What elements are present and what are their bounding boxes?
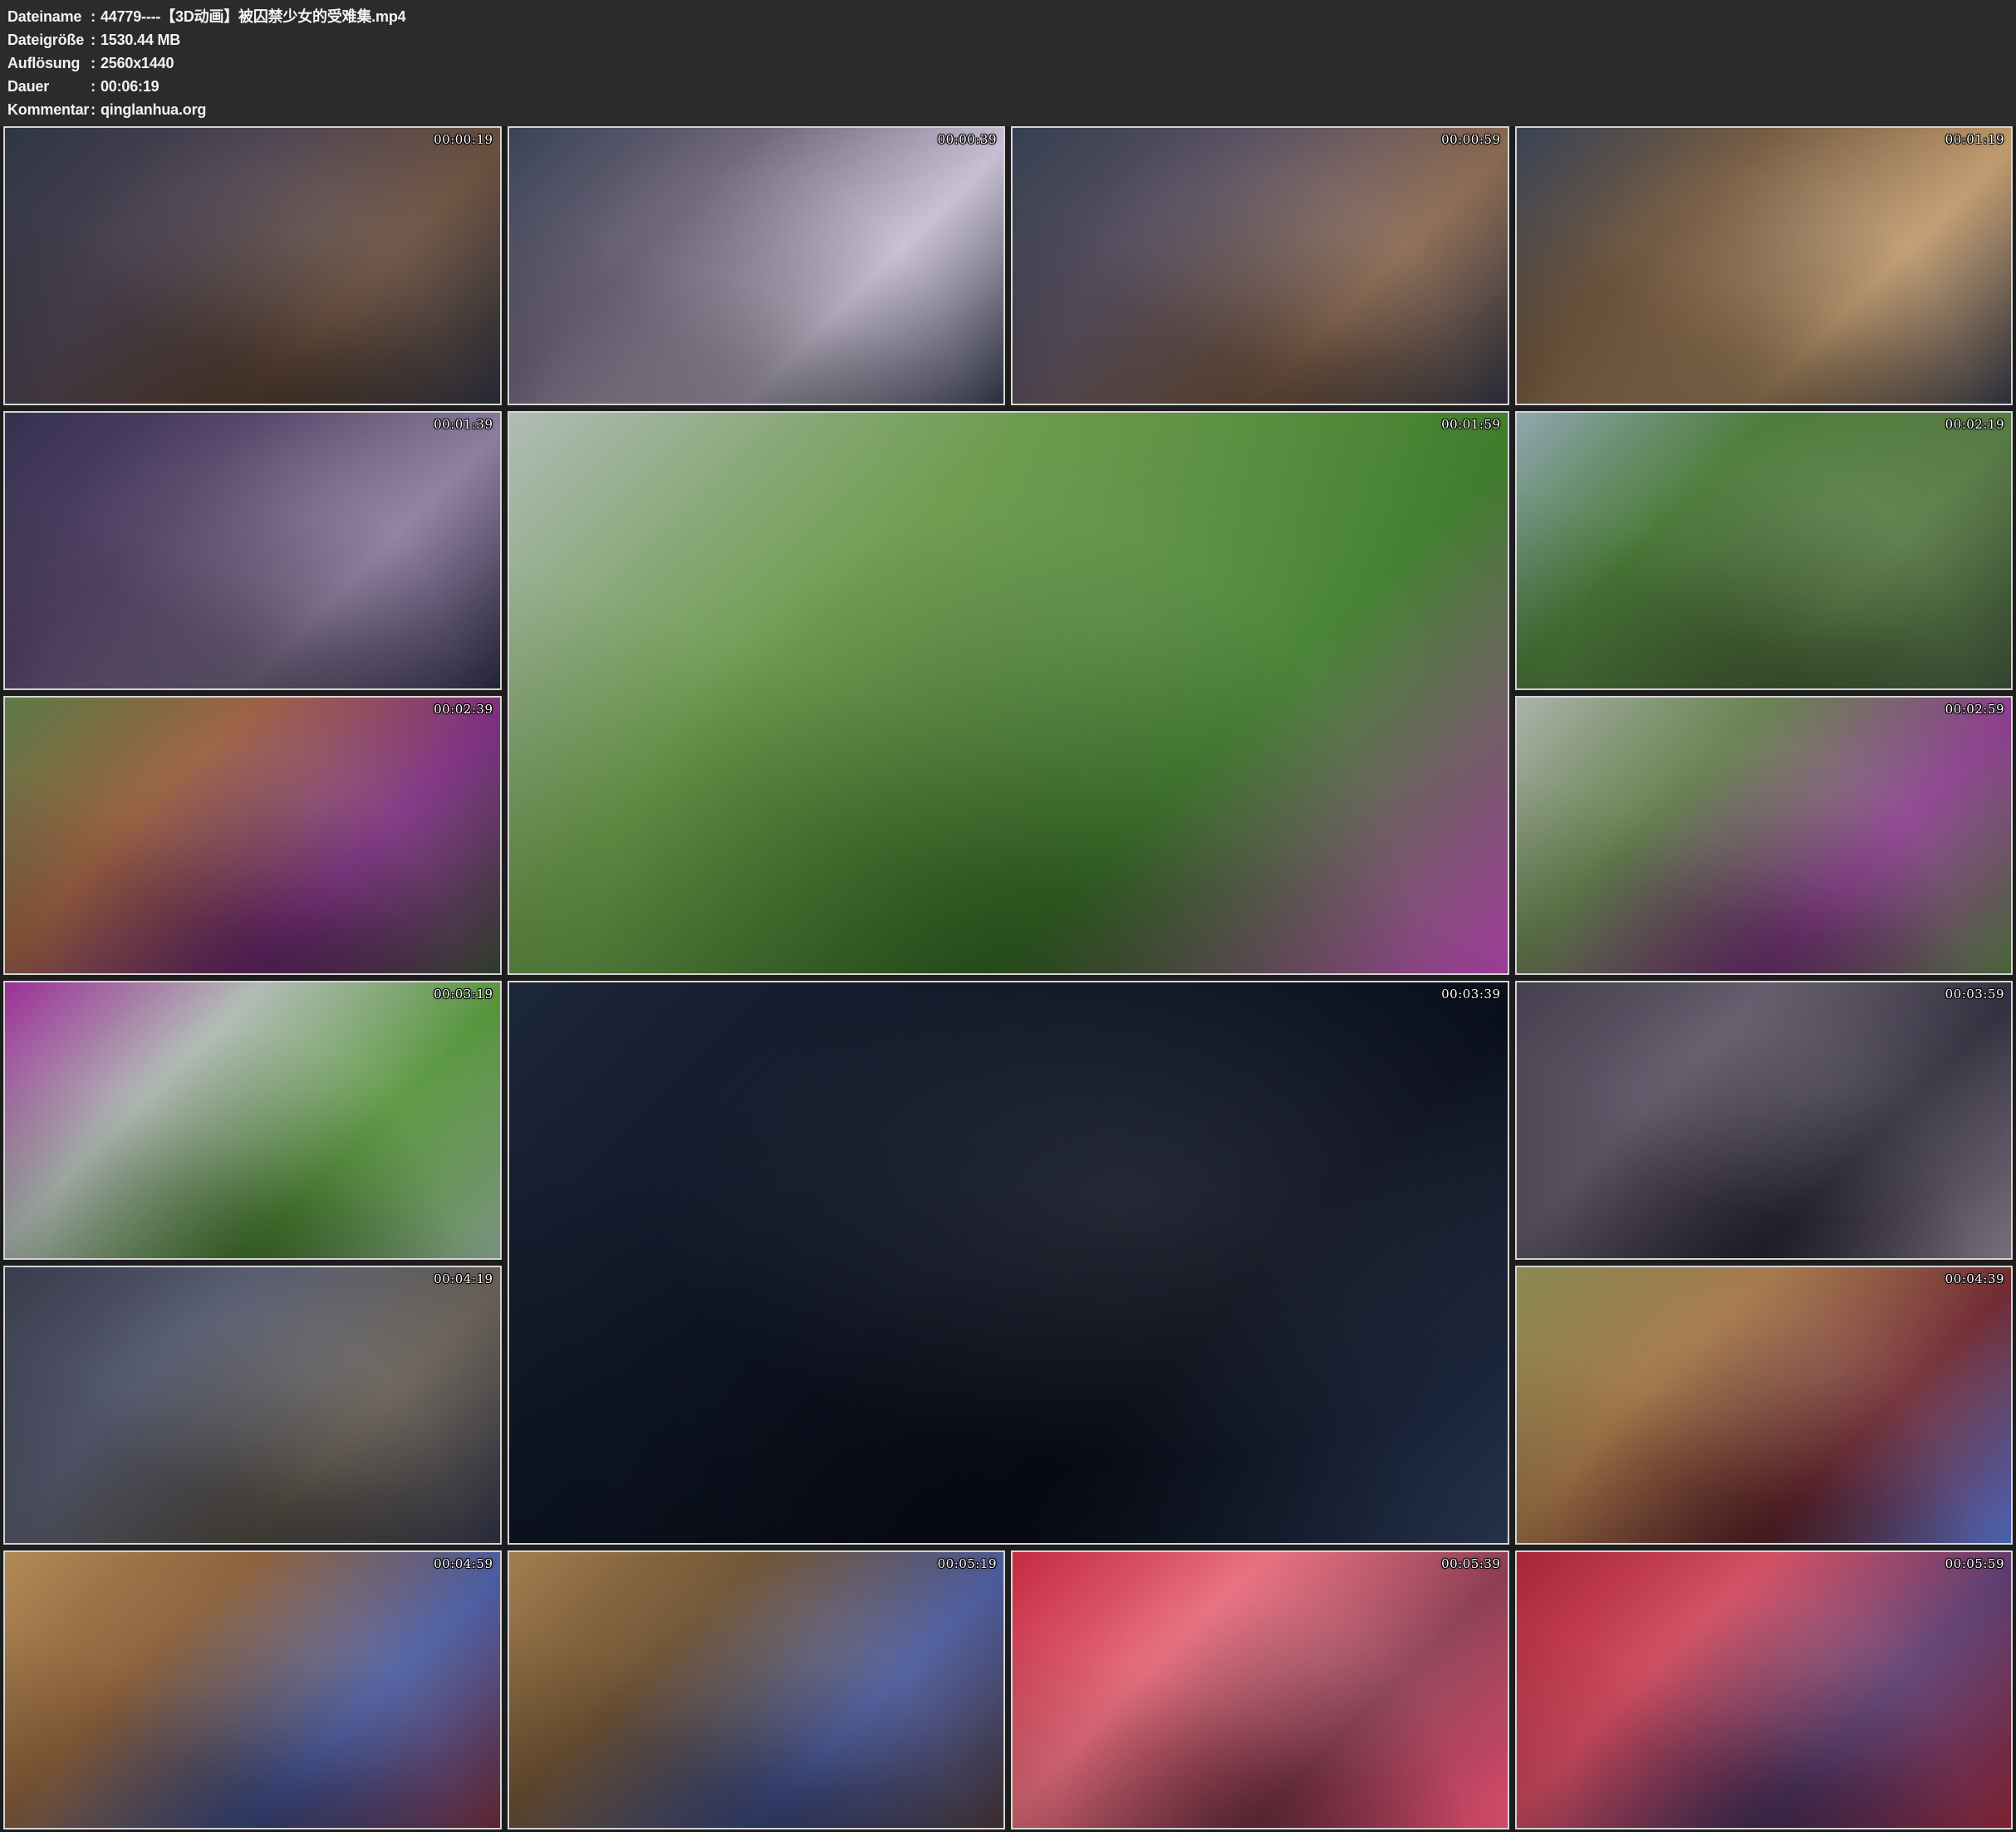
video-thumbnail: 00:02:19	[1515, 411, 2014, 690]
timestamp-overlay: 00:00:59	[1441, 132, 1500, 147]
metadata-separator: :	[86, 75, 101, 98]
metadata-label: Kommentar	[7, 98, 86, 121]
metadata-separator: :	[86, 98, 101, 121]
video-thumbnail-large: 00:01:59	[508, 411, 1509, 975]
video-thumbnail: 00:00:39	[508, 126, 1006, 405]
metadata-label: Auflösung	[7, 51, 86, 75]
video-thumbnail: 00:02:39	[3, 696, 502, 975]
video-thumbnail-large: 00:03:39	[508, 981, 1509, 1545]
video-thumbnail: 00:01:39	[3, 411, 502, 690]
metadata-label: Dateigröße	[7, 28, 86, 51]
video-thumbnail: 00:03:19	[3, 981, 502, 1260]
video-thumbnail: 00:04:59	[3, 1550, 502, 1830]
metadata-value-comment: qinglanhua.org	[101, 98, 2016, 121]
metadata-row-filesize: Dateigröße : 1530.44 MB	[7, 28, 2016, 51]
timestamp-overlay: 00:04:59	[434, 1556, 493, 1571]
metadata-header: Dateiname : 44779----【3D动画】被囚禁少女的受难集.mp4…	[0, 0, 2016, 126]
thumbnail-grid: 00:00:19 00:00:39 00:00:59 00:01:19 00:0…	[0, 126, 2016, 1830]
timestamp-overlay: 00:01:59	[1441, 417, 1500, 432]
video-thumbnail: 00:02:59	[1515, 696, 2014, 975]
metadata-row-duration: Dauer : 00:06:19	[7, 75, 2016, 98]
timestamp-overlay: 00:02:39	[434, 702, 493, 717]
metadata-row-resolution: Auflösung : 2560x1440	[7, 51, 2016, 75]
metadata-separator: :	[86, 28, 101, 51]
timestamp-overlay: 00:02:19	[1945, 417, 2004, 432]
timestamp-overlay: 00:03:59	[1945, 987, 2004, 1002]
video-thumbnail: 00:03:59	[1515, 981, 2014, 1260]
video-thumbnail: 00:05:19	[508, 1550, 1006, 1830]
video-thumbnail: 00:01:19	[1515, 126, 2014, 405]
video-thumbnail: 00:05:39	[1011, 1550, 1509, 1830]
timestamp-overlay: 00:02:59	[1945, 702, 2004, 717]
metadata-label: Dateiname	[7, 5, 86, 28]
metadata-value-resolution: 2560x1440	[101, 51, 2016, 75]
metadata-label: Dauer	[7, 75, 86, 98]
timestamp-overlay: 00:03:39	[1441, 987, 1500, 1002]
metadata-value-duration: 00:06:19	[101, 75, 2016, 98]
timestamp-overlay: 00:04:39	[1945, 1271, 2004, 1286]
metadata-row-filename: Dateiname : 44779----【3D动画】被囚禁少女的受难集.mp4	[7, 5, 2016, 28]
timestamp-overlay: 00:03:19	[434, 987, 493, 1002]
timestamp-overlay: 00:05:19	[938, 1556, 997, 1571]
metadata-value-filename: 44779----【3D动画】被囚禁少女的受难集.mp4	[101, 5, 2016, 28]
metadata-value-filesize: 1530.44 MB	[101, 28, 2016, 51]
video-thumbnail: 00:05:59	[1515, 1550, 2014, 1830]
timestamp-overlay: 00:05:39	[1441, 1556, 1500, 1571]
timestamp-overlay: 00:05:59	[1945, 1556, 2004, 1571]
video-thumbnail: 00:00:19	[3, 126, 502, 405]
metadata-separator: :	[86, 5, 101, 28]
video-thumbnail: 00:04:39	[1515, 1266, 2014, 1545]
timestamp-overlay: 00:00:19	[434, 132, 493, 147]
metadata-row-comment: Kommentar : qinglanhua.org	[7, 98, 2016, 121]
timestamp-overlay: 00:00:39	[938, 132, 997, 147]
timestamp-overlay: 00:01:19	[1945, 132, 2004, 147]
video-thumbnail: 00:04:19	[3, 1266, 502, 1545]
timestamp-overlay: 00:01:39	[434, 417, 493, 432]
timestamp-overlay: 00:04:19	[434, 1271, 493, 1286]
metadata-separator: :	[86, 51, 101, 75]
video-thumbnail: 00:00:59	[1011, 126, 1509, 405]
